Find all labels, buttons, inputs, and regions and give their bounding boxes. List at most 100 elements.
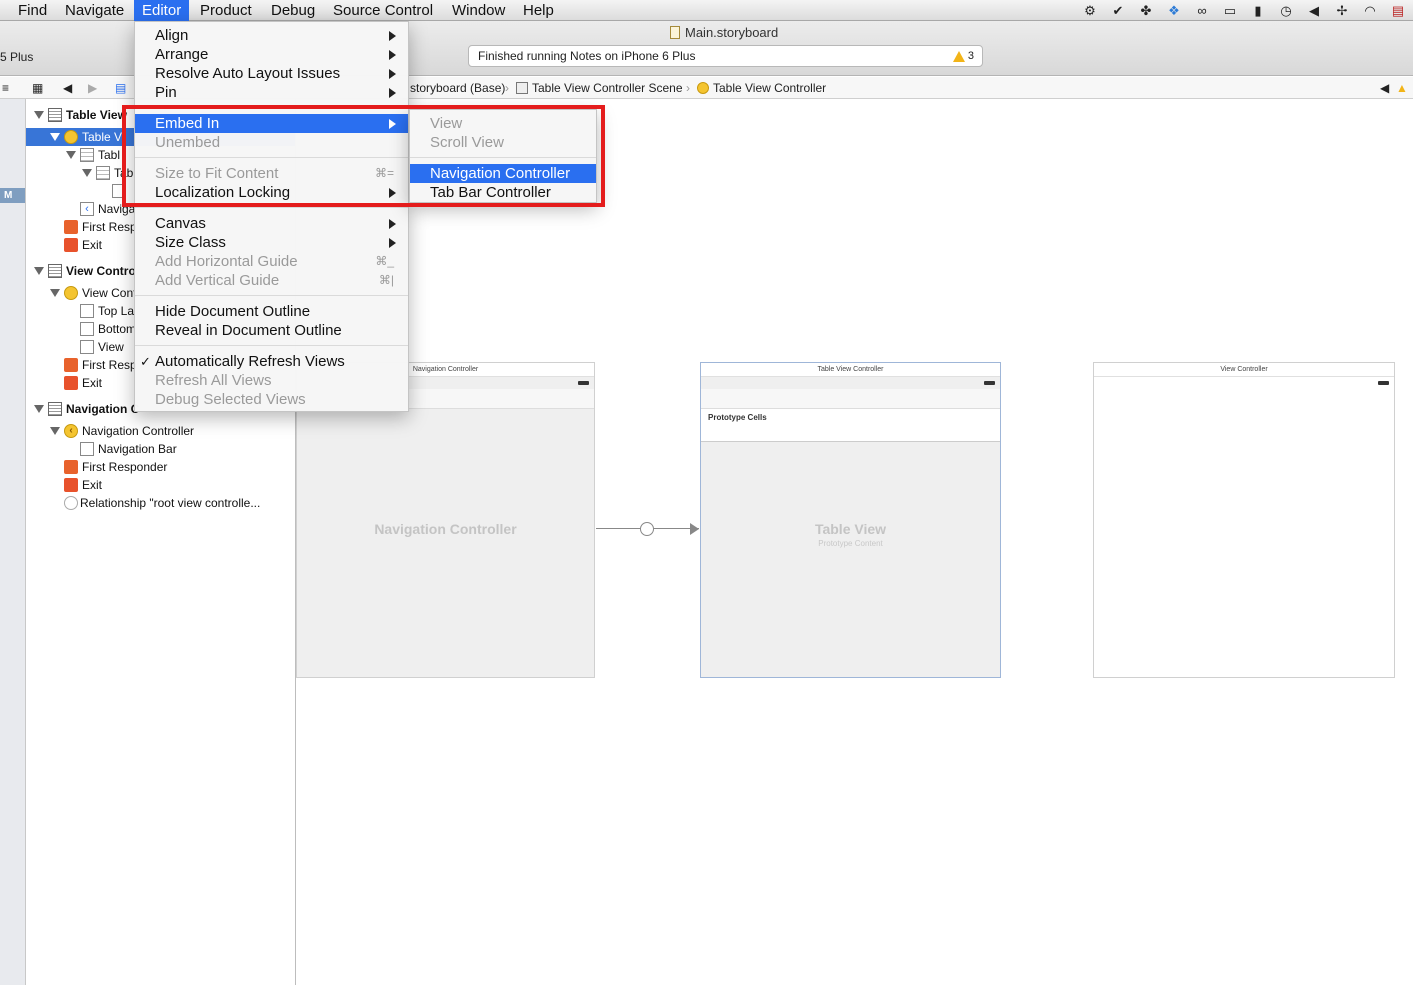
- infinity-icon[interactable]: ∞: [1193, 3, 1211, 19]
- menu-item-label: Pin: [155, 84, 177, 101]
- menu-item-size-class[interactable]: Size Class: [135, 233, 408, 252]
- gear-icon[interactable]: ⚙: [1081, 3, 1099, 19]
- view-controller-icon: [64, 130, 78, 144]
- outline-label: View Cont: [82, 286, 137, 300]
- menu-item-embed-in[interactable]: Embed In: [135, 114, 408, 133]
- scene-title: View Controller: [1094, 363, 1394, 377]
- issue-warning-icon[interactable]: ▲: [1396, 77, 1408, 99]
- scene-icon: [48, 402, 62, 416]
- menu-item-label: Reveal in Document Outline: [155, 322, 342, 339]
- menu-help[interactable]: Help: [515, 0, 562, 21]
- dropbox-icon[interactable]: ❖: [1165, 3, 1183, 19]
- menu-debug[interactable]: Debug: [263, 0, 323, 21]
- menu-item-hide-document-outline[interactable]: Hide Document Outline: [135, 302, 408, 321]
- flag-icon[interactable]: ▤: [1389, 3, 1407, 19]
- outline-label: Tabl: [98, 148, 121, 162]
- menu-editor[interactable]: Editor: [134, 0, 190, 21]
- volume-icon[interactable]: ◀: [1305, 3, 1323, 19]
- first-responder-icon: [64, 358, 78, 372]
- disclosure-triangle-icon[interactable]: [66, 151, 76, 159]
- menu-item-label: Size to Fit Content: [155, 165, 279, 182]
- menu-item-label: Add Horizontal Guide: [155, 253, 298, 270]
- submenu-item-tab-bar-controller[interactable]: Tab Bar Controller: [410, 183, 596, 202]
- disclosure-triangle-icon[interactable]: [34, 267, 44, 275]
- menu-item-debug-selected-views[interactable]: Debug Selected Views: [135, 390, 408, 409]
- outline-label: View: [98, 340, 124, 354]
- scheme-device-label[interactable]: 5 Plus: [0, 50, 33, 64]
- menu-separator: [135, 107, 408, 108]
- outline-row-navigation-bar[interactable]: Navigation Bar: [26, 440, 295, 458]
- disclosure-triangle-icon[interactable]: [82, 169, 92, 177]
- window-title-text: Main.storyboard: [685, 25, 779, 40]
- disclosure-triangle-icon[interactable]: [34, 111, 44, 119]
- segue-icon[interactable]: [640, 522, 654, 536]
- breadcrumb-scene-label: Table View Controller Scene: [532, 81, 683, 95]
- exit-icon: [64, 478, 78, 492]
- menu-window[interactable]: Window: [444, 0, 513, 21]
- modified-marker: M: [0, 188, 25, 203]
- menu-item-label: Add Vertical Guide: [155, 272, 280, 289]
- battery-icon[interactable]: ▮: [1249, 3, 1267, 19]
- back-arrow-icon[interactable]: ◀: [63, 77, 72, 99]
- menu-find[interactable]: Find: [10, 0, 55, 21]
- menu-item-arrange[interactable]: Arrange: [135, 45, 408, 64]
- outline-label: Navigation Controller: [82, 424, 195, 438]
- file-icon[interactable]: ▤: [115, 77, 126, 99]
- view-controller-scene[interactable]: View Controller: [1093, 362, 1395, 678]
- breadcrumb-controller[interactable]: Table View Controller: [697, 77, 826, 99]
- menu-product[interactable]: Product: [192, 0, 260, 21]
- disclosure-triangle-icon[interactable]: [34, 405, 44, 413]
- warning-icon: [952, 50, 965, 62]
- related-items-icon[interactable]: ▦: [32, 77, 43, 99]
- menu-item-add-horizontal-guide[interactable]: Add Horizontal Guide ⌘_: [135, 252, 408, 271]
- disclosure-triangle-icon[interactable]: [50, 133, 60, 141]
- breadcrumb-scene[interactable]: Table View Controller Scene: [516, 77, 683, 99]
- shortcut-label: ⌘=: [374, 166, 394, 180]
- menu-source-control[interactable]: Source Control: [325, 0, 441, 21]
- submenu-item-view[interactable]: View: [410, 114, 596, 133]
- hamburger-icon[interactable]: ≡: [2, 77, 9, 99]
- menu-item-size-to-fit[interactable]: Size to Fit Content ⌘=: [135, 164, 408, 183]
- menu-item-refresh-all-views[interactable]: Refresh All Views: [135, 371, 408, 390]
- outline-label: Naviga: [98, 202, 136, 216]
- menu-item-unembed[interactable]: Unembed: [135, 133, 408, 152]
- breadcrumb-storyboard[interactable]: storyboard (Base): [410, 77, 505, 99]
- warning-indicator[interactable]: 3: [952, 46, 974, 66]
- check-shield-icon[interactable]: ✔: [1109, 3, 1127, 19]
- disclosure-triangle-icon[interactable]: [50, 289, 60, 297]
- navigation-bar: [701, 389, 1000, 409]
- outline-row-relationship[interactable]: Relationship "root view controlle...: [26, 494, 295, 512]
- forward-arrow-icon[interactable]: ▶: [88, 77, 97, 99]
- disclosure-triangle-icon[interactable]: [50, 427, 60, 435]
- outline-row-first-responder[interactable]: First Responder: [26, 458, 295, 476]
- menu-separator: [135, 207, 408, 208]
- menu-item-auto-refresh-views[interactable]: ✓ Automatically Refresh Views: [135, 352, 408, 371]
- menu-item-add-vertical-guide[interactable]: Add Vertical Guide ⌘|: [135, 271, 408, 290]
- menu-item-canvas[interactable]: Canvas: [135, 214, 408, 233]
- menu-item-align[interactable]: Align: [135, 26, 408, 45]
- submenu-item-scroll-view[interactable]: Scroll View: [410, 133, 596, 152]
- outline-row-exit[interactable]: Exit: [26, 476, 295, 494]
- wifi-icon[interactable]: ◠: [1361, 3, 1379, 19]
- menu-item-localization-locking[interactable]: Localization Locking: [135, 183, 408, 202]
- menu-item-reveal-in-outline[interactable]: Reveal in Document Outline: [135, 321, 408, 340]
- puzzle-icon[interactable]: ✤: [1137, 3, 1155, 19]
- airplay-icon[interactable]: ▭: [1221, 3, 1239, 19]
- table-view-icon: [80, 148, 94, 162]
- time-machine-icon[interactable]: ◷: [1277, 3, 1295, 19]
- issue-back-icon[interactable]: ◀: [1380, 77, 1389, 99]
- shortcut-label: ⌘|: [378, 273, 394, 287]
- table-view-controller-scene[interactable]: Table View Controller Prototype Cells Ta…: [700, 362, 1001, 678]
- outline-row-navigation-controller[interactable]: ‹ Navigation Controller: [26, 422, 295, 440]
- menu-item-label: Resolve Auto Layout Issues: [155, 65, 341, 82]
- outline-label: Table View: [66, 108, 127, 122]
- bluetooth-icon[interactable]: ✢: [1333, 3, 1351, 19]
- menu-navigate[interactable]: Navigate: [57, 0, 132, 21]
- outline-label: First Resp: [82, 358, 137, 372]
- submenu-item-navigation-controller[interactable]: Navigation Controller: [410, 164, 596, 183]
- menu-item-pin[interactable]: Pin: [135, 83, 408, 102]
- menu-item-resolve-auto-layout[interactable]: Resolve Auto Layout Issues: [135, 64, 408, 83]
- prototype-content-label: Prototype Content: [818, 539, 883, 548]
- prototype-cells[interactable]: Prototype Cells: [701, 409, 1000, 442]
- warning-count: 3: [967, 50, 974, 62]
